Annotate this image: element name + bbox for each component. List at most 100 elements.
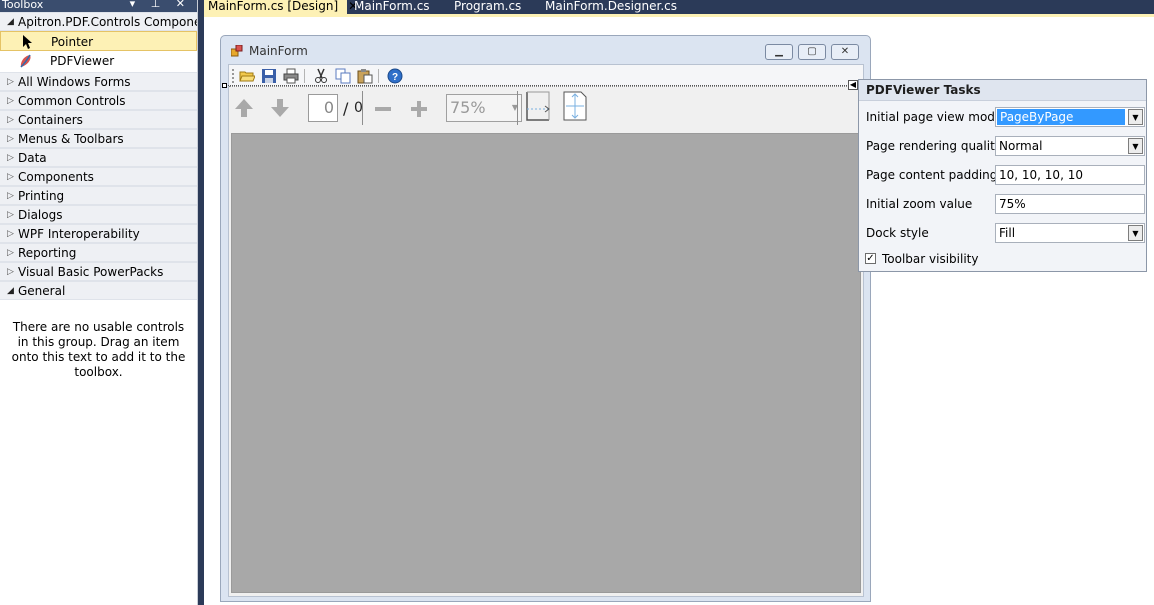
open-folder-icon[interactable] bbox=[239, 68, 255, 84]
toolbar-visibility-checkbox[interactable]: ✓ bbox=[865, 253, 876, 264]
page-content-padding-input[interactable]: 10, 10, 10, 10 bbox=[995, 165, 1145, 185]
form-client-area[interactable]: ? 0 / 0 75% ▼ bbox=[228, 64, 864, 597]
input-value: 10, 10, 10, 10 bbox=[999, 168, 1083, 182]
paste-icon[interactable] bbox=[357, 68, 373, 84]
toolbox-group-common-controls[interactable]: ▷ Common Controls bbox=[0, 91, 197, 110]
tab-label: Program.cs bbox=[454, 0, 522, 13]
toolbox-group-menus-toolbars[interactable]: ▷ Menus & Toolbars bbox=[0, 129, 197, 148]
toolbox-group-label: Visual Basic PowerPacks bbox=[18, 265, 164, 279]
maximize-button[interactable]: ▢ bbox=[798, 44, 826, 60]
expand-triangle-icon: ▷ bbox=[7, 96, 14, 106]
tab-mainform-design[interactable]: MainForm.cs [Design] ✕ bbox=[204, 0, 358, 14]
toolbar-separator bbox=[517, 91, 518, 125]
dock-style-select[interactable]: Fill ▼ bbox=[995, 223, 1145, 243]
toolbox-group-printing[interactable]: ▷ Printing bbox=[0, 186, 197, 205]
page-rendering-quality-label: Page rendering quality bbox=[866, 139, 1002, 153]
toolbox-group-label: Components bbox=[18, 170, 94, 184]
document-tab-strip: MainForm.cs [Design] ✕ MainForm.cs Progra… bbox=[204, 0, 1154, 14]
collapse-triangle-icon: ◢ bbox=[7, 286, 14, 296]
designer-form-window[interactable]: MainForm ▁ ▢ ✕ ? 0 / 0 75% ▼ bbox=[220, 35, 871, 602]
help-icon[interactable]: ? bbox=[387, 68, 403, 84]
toolbox-title-bar: Toolbox ▾ ⊥ ✕ bbox=[0, 0, 197, 12]
expand-triangle-icon: ▷ bbox=[7, 191, 14, 201]
toolbox-group-all-windows-forms[interactable]: ▷ All Windows Forms bbox=[0, 72, 197, 91]
toolbox-item-label: Pointer bbox=[51, 35, 94, 49]
selected-value: Fill bbox=[999, 226, 1016, 240]
copy-icon[interactable] bbox=[335, 68, 351, 84]
toolstrip-separator bbox=[378, 69, 379, 83]
close-icon: ✕ bbox=[840, 46, 850, 57]
cut-icon[interactable] bbox=[313, 68, 329, 84]
pdf-viewer-toolbar: 0 / 0 75% ▼ bbox=[229, 87, 863, 131]
print-icon[interactable] bbox=[283, 68, 299, 84]
page-rendering-quality-select[interactable]: Normal ▼ bbox=[995, 136, 1145, 156]
toolbox-group-label: Dialogs bbox=[18, 208, 63, 222]
maximize-icon: ▢ bbox=[807, 46, 817, 57]
expand-triangle-icon: ▷ bbox=[7, 210, 14, 220]
chevron-down-icon[interactable]: ▼ bbox=[1128, 109, 1143, 125]
toolbox-group-vb-powerpacks[interactable]: ▷ Visual Basic PowerPacks bbox=[0, 262, 197, 281]
toolbox-group-reporting[interactable]: ▷ Reporting bbox=[0, 243, 197, 262]
tab-mainform-designer-cs[interactable]: MainForm.Designer.cs bbox=[541, 0, 677, 14]
expand-triangle-icon: ▷ bbox=[7, 77, 14, 87]
expand-triangle-icon: ▷ bbox=[7, 172, 14, 182]
checkmark-icon: ✓ bbox=[866, 253, 875, 264]
grip-handle[interactable] bbox=[232, 69, 235, 83]
dock-style-label: Dock style bbox=[866, 226, 929, 240]
chevron-down-icon[interactable]: ▼ bbox=[1128, 138, 1143, 154]
toolbox-group-general[interactable]: ◢ General bbox=[0, 281, 197, 300]
toolbox-group-label: Menus & Toolbars bbox=[18, 132, 124, 146]
chevron-down-icon[interactable]: ▼ bbox=[1128, 225, 1143, 241]
toolbox-group-components[interactable]: ▷ Components bbox=[0, 167, 197, 186]
previous-page-arrow-icon[interactable] bbox=[233, 97, 255, 119]
tab-label: MainForm.Designer.cs bbox=[545, 0, 677, 13]
toolbox-group-data[interactable]: ▷ Data bbox=[0, 148, 197, 167]
toolbox-group-label: General bbox=[18, 284, 66, 298]
initial-page-view-mode-select[interactable]: PageByPage ▼ bbox=[995, 107, 1145, 127]
tab-label: MainForm.cs [Design] bbox=[208, 0, 339, 13]
pdfviewer-tasks-panel: PDFViewer Tasks Initial page view mode P… bbox=[858, 79, 1147, 272]
initial-zoom-value-label: Initial zoom value bbox=[866, 197, 973, 211]
zoom-in-icon[interactable] bbox=[408, 98, 430, 120]
form-tool-strip: ? bbox=[229, 65, 863, 87]
expand-triangle-icon: ▷ bbox=[7, 267, 14, 277]
fit-width-icon[interactable] bbox=[524, 91, 552, 121]
toolbox-group-label: Printing bbox=[18, 189, 65, 203]
tab-program-cs[interactable]: Program.cs bbox=[450, 0, 521, 14]
selected-value: Normal bbox=[999, 139, 1043, 153]
smart-tag-arrow-icon[interactable]: ◀ bbox=[848, 80, 858, 90]
toolbox-group-apitron[interactable]: ◢ Apitron.PDF.Controls Compone... bbox=[0, 12, 197, 31]
toolbox-group-wpf-interoperability[interactable]: ▷ WPF Interoperability bbox=[0, 224, 197, 243]
form-icon bbox=[231, 45, 243, 57]
toolbox-group-containers[interactable]: ▷ Containers bbox=[0, 110, 197, 129]
expand-triangle-icon: ▷ bbox=[7, 134, 14, 144]
next-page-arrow-icon[interactable] bbox=[269, 97, 291, 119]
initial-page-view-mode-label: Initial page view mode bbox=[866, 110, 1003, 124]
save-icon[interactable] bbox=[261, 68, 277, 84]
toolbox-item-pointer[interactable]: Pointer bbox=[0, 31, 197, 51]
input-value: 75% bbox=[999, 197, 1026, 211]
zoom-combobox[interactable]: 75% ▼ bbox=[446, 94, 522, 122]
toolbox-group-label: Apitron.PDF.Controls Compone... bbox=[18, 15, 197, 29]
zoom-value: 75% bbox=[450, 98, 486, 117]
resize-handle[interactable] bbox=[222, 83, 227, 88]
tab-mainform-cs[interactable]: MainForm.cs bbox=[350, 0, 430, 14]
close-button[interactable]: ✕ bbox=[831, 44, 859, 60]
toolbox-window-controls[interactable]: ▾ ⊥ ✕ bbox=[130, 0, 191, 9]
toolbox-item-label: PDFViewer bbox=[50, 54, 115, 68]
toolbar-visibility-label: Toolbar visibility bbox=[882, 252, 979, 266]
toolbox-group-dialogs[interactable]: ▷ Dialogs bbox=[0, 205, 197, 224]
form-title-bar[interactable]: MainForm ▁ ▢ ✕ bbox=[221, 36, 870, 64]
fit-page-icon[interactable] bbox=[561, 91, 589, 121]
svg-text:?: ? bbox=[392, 72, 398, 83]
minimize-button[interactable]: ▁ bbox=[765, 44, 793, 60]
toolbox-item-pdfviewer[interactable]: PDFViewer bbox=[0, 51, 197, 71]
expand-triangle-icon: ▷ bbox=[7, 115, 14, 125]
toolstrip-separator bbox=[304, 69, 305, 83]
initial-zoom-value-input[interactable]: 75% bbox=[995, 194, 1145, 214]
expand-triangle-icon: ▷ bbox=[7, 248, 14, 258]
toolbar-separator bbox=[362, 91, 363, 125]
page-number-input[interactable]: 0 bbox=[308, 94, 338, 122]
zoom-out-icon[interactable] bbox=[372, 98, 394, 120]
pdf-document-view-area[interactable] bbox=[231, 133, 861, 593]
